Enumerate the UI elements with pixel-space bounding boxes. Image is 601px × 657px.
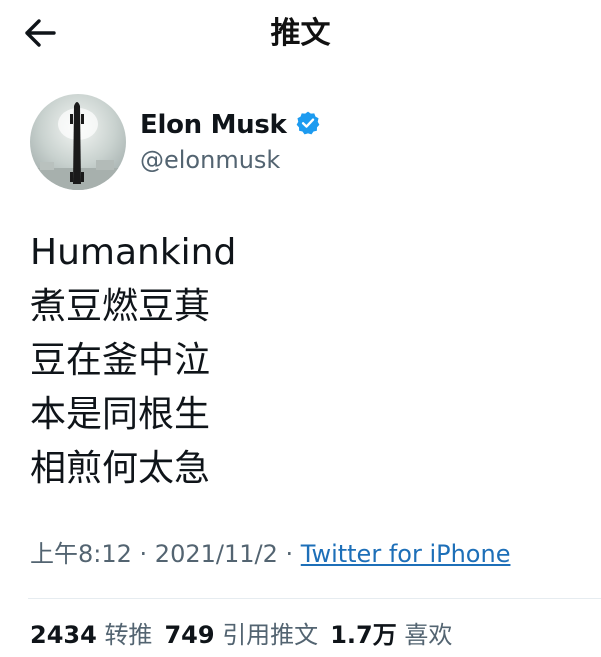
quotes-count: 749 [164, 621, 215, 649]
quotes-stat[interactable]: 749 引用推文 [164, 621, 318, 649]
user-handle[interactable]: @elonmusk [140, 146, 280, 174]
divider [28, 598, 601, 599]
tweet-author: Elon Musk @elonmusk [30, 94, 570, 194]
tweet-line: 本是同根生 [30, 394, 211, 435]
name-row: Elon Musk [140, 110, 321, 140]
tweet-meta: 上午8:12 · 2021/11/2 · Twitter for iPhone [30, 537, 510, 571]
tweet-source-link[interactable]: Twitter for iPhone [301, 540, 511, 568]
top-bar: 推文 [0, 0, 601, 70]
quotes-label: 引用推文 [222, 621, 319, 649]
tweet-date[interactable]: 2021/11/2 [155, 540, 278, 568]
page-title: 推文 [270, 16, 331, 51]
display-name[interactable]: Elon Musk [140, 110, 287, 140]
tweet-time[interactable]: 上午8:12 [30, 540, 132, 568]
tweet-text: Humankind 煮豆燃豆萁 豆在釜中泣 本是同根生 相煎何太急 [30, 226, 570, 496]
likes-count: 1.7万 [330, 621, 397, 649]
meta-separator: · [131, 540, 155, 568]
tweet-line: Humankind [30, 232, 237, 273]
verified-badge-icon [295, 110, 321, 140]
tweet-line: 相煎何太急 [30, 448, 211, 489]
retweets-stat[interactable]: 2434 转推 [30, 621, 152, 649]
tweet-stats: 2434 转推 749 引用推文 1.7万 喜欢 [30, 618, 452, 652]
retweets-label: 转推 [104, 621, 153, 649]
avatar[interactable] [30, 94, 126, 190]
retweets-count: 2434 [30, 621, 97, 649]
likes-stat[interactable]: 1.7万 喜欢 [330, 621, 452, 649]
tweet-line: 煮豆燃豆萁 [30, 286, 211, 327]
tweet-line: 豆在釜中泣 [30, 340, 211, 381]
meta-separator: · [277, 540, 301, 568]
likes-label: 喜欢 [404, 621, 453, 649]
